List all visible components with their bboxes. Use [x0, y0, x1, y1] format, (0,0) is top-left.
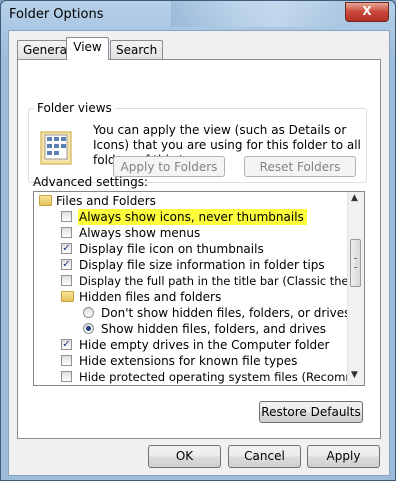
option-label: Hide protected operating system files (R… — [79, 370, 364, 384]
scrollbar-thumb[interactable] — [350, 239, 361, 287]
title-bar[interactable]: Folder Options X — [1, 1, 395, 29]
advanced-settings-tree[interactable]: Files and Folders Always show icons, nev… — [33, 191, 365, 386]
scroll-up-arrow-icon[interactable]: ▲ — [351, 193, 358, 203]
checkbox[interactable] — [61, 371, 72, 382]
dialog-body: General View Search Folder views You can… — [8, 30, 390, 476]
close-button[interactable]: X — [345, 2, 389, 22]
folder-options-window: Folder Options X General View Search Fol… — [0, 0, 396, 481]
folder-views-icon — [39, 129, 77, 167]
option-label: Always show icons, never thumbnails — [78, 209, 307, 225]
radio-button-selected[interactable] — [83, 323, 94, 334]
checkbox[interactable] — [61, 355, 72, 366]
folder-icon — [39, 195, 52, 206]
option-label: Display file icon on thumbnails — [79, 242, 264, 256]
apply-to-folders-button[interactable]: Apply to Folders — [113, 156, 225, 177]
advanced-settings-label: Advanced settings: — [33, 175, 148, 189]
option-label: Don't show hidden files, folders, or dri… — [101, 306, 351, 320]
folder-icon — [61, 291, 74, 302]
cancel-button[interactable]: Cancel — [228, 445, 301, 468]
tab-search[interactable]: Search — [110, 40, 164, 59]
folder-views-group: Folder views You can apply the view (suc… — [28, 101, 367, 183]
checkbox[interactable] — [61, 211, 72, 222]
checkbox-checked[interactable]: ✓ — [61, 339, 72, 350]
scroll-down-arrow-icon[interactable]: ▼ — [351, 370, 358, 380]
option-label: Always show menus — [79, 226, 201, 240]
apply-button[interactable]: Apply — [307, 445, 380, 468]
checkbox-checked[interactable]: ✓ — [61, 243, 72, 254]
reset-folders-button[interactable]: Reset Folders — [244, 156, 356, 177]
close-icon: X — [362, 4, 372, 18]
tree-folder-label: Files and Folders — [56, 194, 156, 208]
option-label: Show hidden files, folders, and drives — [101, 322, 327, 336]
title-bar-background — [171, 1, 351, 27]
checkbox[interactable] — [61, 227, 72, 238]
tab-view[interactable]: View — [66, 37, 109, 60]
radio-button[interactable] — [83, 307, 94, 318]
folder-views-legend: Folder views — [37, 101, 112, 115]
option-label: Display the full path in the title bar (… — [79, 274, 364, 288]
checkbox[interactable] — [61, 275, 72, 286]
ok-button[interactable]: OK — [148, 445, 221, 468]
window-title: Folder Options — [9, 7, 104, 22]
vertical-scrollbar[interactable]: ▲ ▼ — [347, 192, 364, 385]
checkbox-checked[interactable]: ✓ — [61, 259, 72, 270]
option-label: Hide extensions for known file types — [79, 354, 298, 368]
option-label: Hide empty drives in the Computer folder — [79, 338, 330, 352]
option-label: Display file size information in folder … — [79, 258, 325, 272]
tree-folder-label: Hidden files and folders — [79, 290, 222, 304]
restore-defaults-button[interactable]: Restore Defaults — [259, 401, 363, 423]
